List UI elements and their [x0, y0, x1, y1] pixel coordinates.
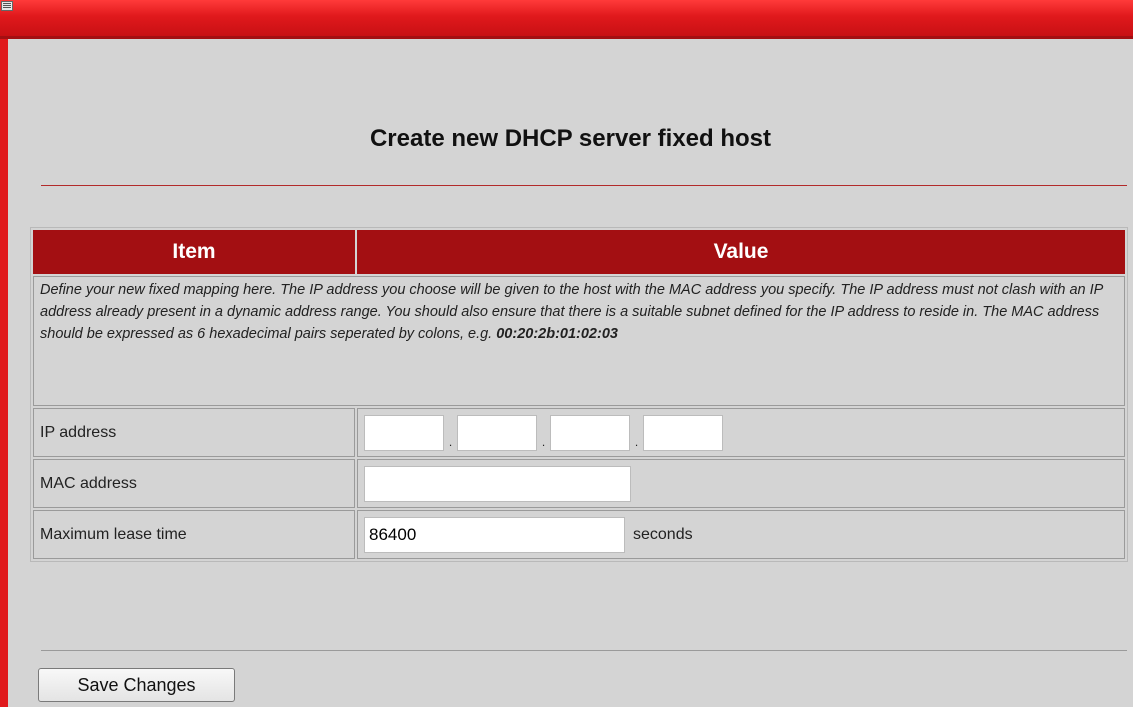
description-cell: Define your new fixed mapping here. The …: [33, 276, 1125, 406]
column-header-value: Value: [357, 230, 1125, 274]
lease-time-unit: seconds: [633, 525, 693, 543]
title-divider: [41, 185, 1127, 186]
ip-separator: .: [541, 434, 546, 449]
page-title: Create new DHCP server fixed host: [369, 125, 772, 152]
description-row: Define your new fixed mapping here. The …: [33, 276, 1125, 406]
mac-address-cell: [357, 459, 1125, 508]
column-header-item: Item: [33, 230, 355, 274]
save-changes-button[interactable]: Save Changes: [38, 668, 235, 702]
lease-time-input[interactable]: [364, 516, 625, 553]
table-row-mac: MAC address: [33, 459, 1125, 508]
table-header-row: Item Value: [33, 230, 1125, 274]
menu-icon[interactable]: [1, 1, 13, 11]
ip-octet-2-input[interactable]: [457, 414, 537, 451]
lease-time-label: Maximum lease time: [33, 510, 355, 559]
ip-separator: .: [448, 434, 453, 449]
ip-address-label: IP address: [33, 408, 355, 457]
ip-separator: .: [634, 434, 639, 449]
table-row-ip: IP address ...: [33, 408, 1125, 457]
mac-address-label: MAC address: [33, 459, 355, 508]
ip-octet-3-input[interactable]: [550, 414, 630, 451]
bottom-divider: [41, 650, 1127, 651]
mac-address-input[interactable]: [364, 465, 631, 502]
ip-octet-1-input[interactable]: [364, 414, 444, 451]
description-example: 00:20:2b:01:02:03: [496, 326, 618, 342]
app-frame: Create new DHCP server fixed host Item V…: [0, 0, 1133, 707]
top-bar: [0, 0, 1133, 39]
settings-table: Item Value Define your new fixed mapping…: [30, 227, 1128, 562]
ip-octet-4-input[interactable]: [643, 414, 723, 451]
ip-address-cell: ...: [357, 408, 1125, 457]
table-row-lease: Maximum lease time seconds: [33, 510, 1125, 559]
lease-time-cell: seconds: [357, 510, 1125, 559]
